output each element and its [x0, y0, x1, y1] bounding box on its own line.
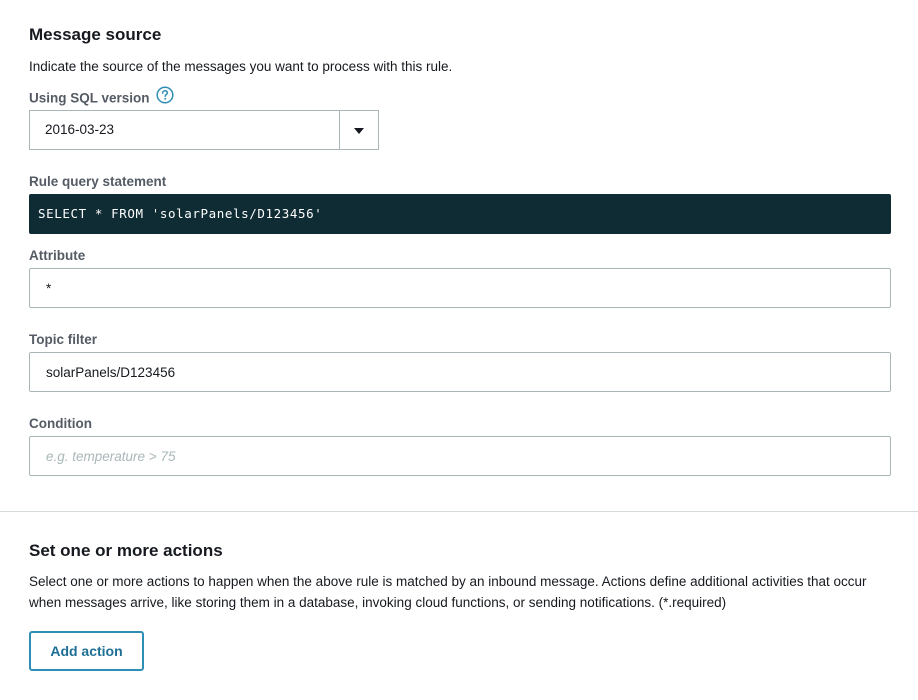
rule-query-statement: SELECT * FROM 'solarPanels/D123456' — [29, 194, 891, 234]
attribute-input[interactable] — [29, 268, 891, 308]
question-circle-icon[interactable] — [156, 86, 174, 109]
sql-version-label-row: Using SQL version — [29, 86, 174, 109]
attribute-label: Attribute — [29, 248, 86, 263]
sql-version-select[interactable]: 2016-03-23 — [29, 110, 379, 150]
section-divider — [0, 511, 918, 512]
add-action-button[interactable]: Add action — [29, 631, 144, 671]
condition-label: Condition — [29, 416, 92, 431]
message-source-title: Message source — [29, 25, 162, 44]
caret-down-icon — [354, 121, 364, 139]
condition-input[interactable] — [29, 436, 891, 476]
rule-editor-page: Message source Indicate the source of th… — [0, 0, 918, 700]
sql-version-label: Using SQL version — [29, 90, 150, 106]
actions-description-line2: when messages arrive, like storing them … — [29, 595, 727, 610]
message-source-description: Indicate the source of the messages you … — [29, 59, 453, 74]
sql-version-dropdown-toggle[interactable] — [339, 111, 378, 149]
actions-description-line1: Select one or more actions to happen whe… — [29, 574, 867, 589]
sql-version-selected-value: 2016-03-23 — [45, 122, 115, 137]
actions-title: Set one or more actions — [29, 541, 223, 560]
topic-filter-input[interactable] — [29, 352, 891, 392]
topic-filter-label: Topic filter — [29, 332, 98, 347]
rule-query-label: Rule query statement — [29, 174, 167, 189]
